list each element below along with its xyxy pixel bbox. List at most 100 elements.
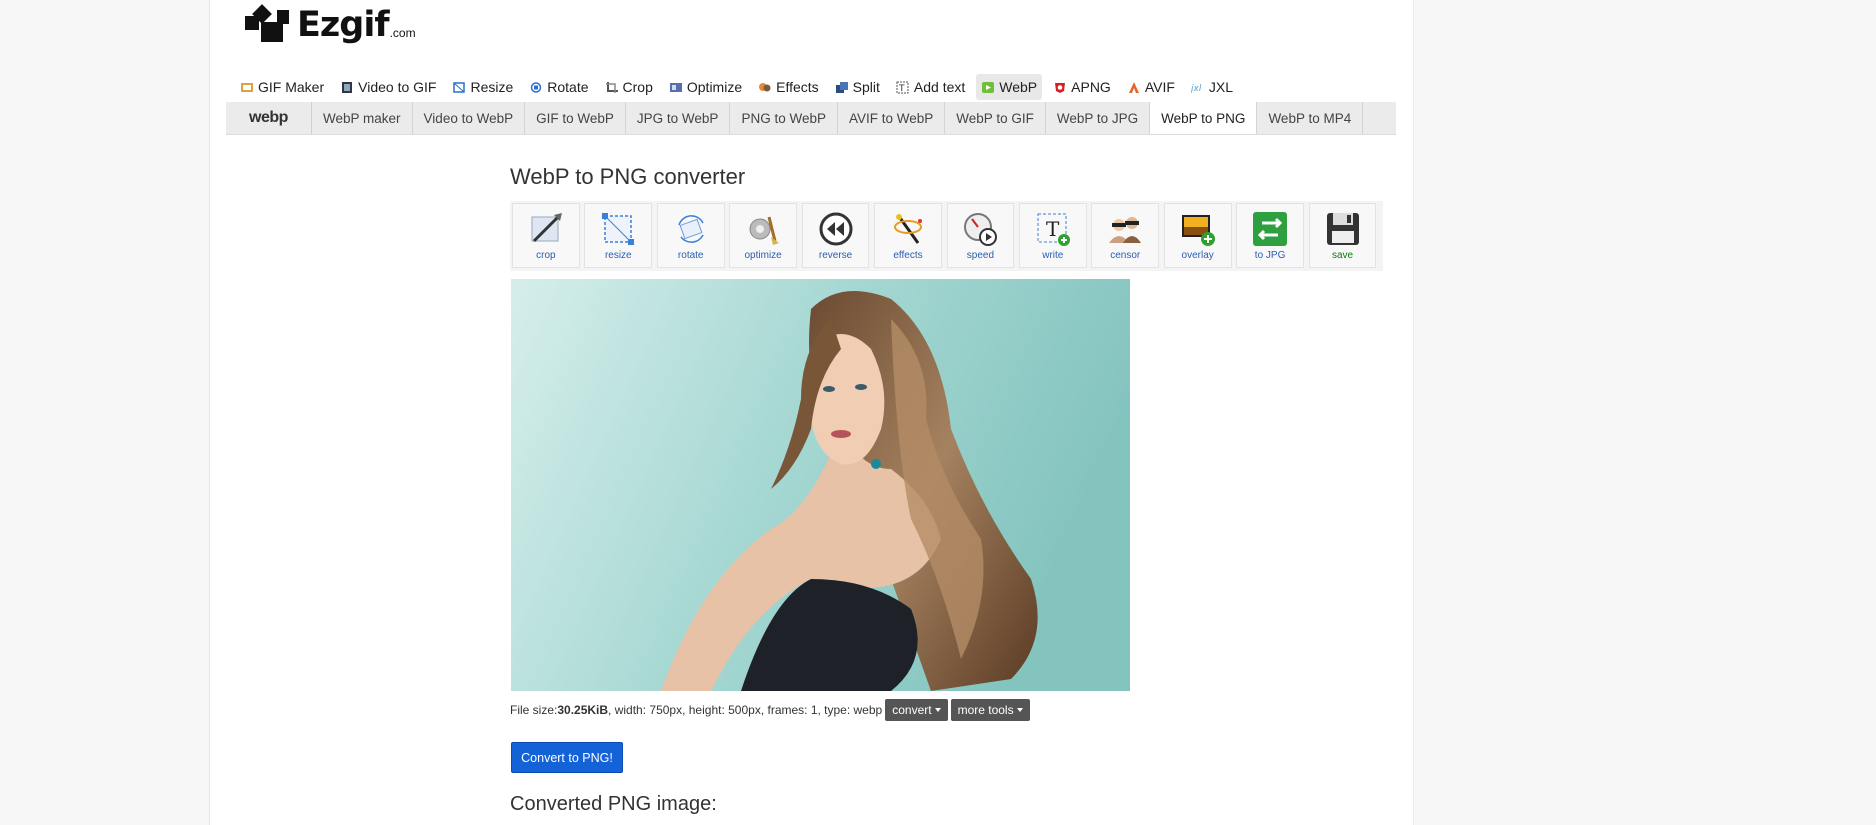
nav-item-video-to-gif[interactable]: Video to GIF (335, 74, 441, 100)
portrait-photo (511, 279, 1130, 691)
nav-label: Split (852, 79, 880, 95)
nav-item-webp[interactable]: WebP (976, 74, 1043, 100)
logo-text: Ezgif (297, 4, 390, 45)
to-jpg-tool-button[interactable]: to JPG (1236, 203, 1304, 268)
rotate-tool-button[interactable]: rotate (656, 203, 725, 268)
jxl-icon: jxl (1189, 81, 1205, 94)
tool-label: speed (966, 250, 995, 261)
main-nav: GIF Maker Video to GIF Resize Rotate Cro… (235, 73, 1244, 101)
ezgif-logo[interactable]: Ezgif .com (243, 4, 416, 46)
rotate-icon (529, 81, 543, 94)
nav-label: Resize (470, 79, 514, 95)
nav-label: Add text (913, 79, 966, 95)
effects-tool-icon (889, 210, 927, 248)
censor-tool-icon (1106, 210, 1144, 248)
resize-tool-icon (599, 210, 637, 248)
tab-webp-maker[interactable]: WebP maker (312, 102, 413, 134)
censor-tool-button[interactable]: censor (1091, 203, 1160, 268)
nav-item-rotate[interactable]: Rotate (524, 74, 593, 100)
video-icon (340, 81, 354, 94)
tool-label: reverse (818, 250, 853, 261)
effects-tool-button[interactable]: effects (874, 203, 942, 268)
save-tool-icon (1324, 210, 1362, 248)
tool-bar: crop resize rotate optimize reverse effe… (510, 201, 1383, 271)
nav-item-gif-maker[interactable]: GIF Maker (235, 74, 329, 100)
webp-brand-text: webp (249, 109, 288, 126)
convert-to-png-button[interactable]: Convert to PNG! (511, 742, 623, 773)
tool-label: effects (893, 250, 923, 261)
logo-suffix: .com (389, 26, 416, 40)
resize-tool-button[interactable]: resize (584, 203, 653, 268)
webp-image-preview (511, 279, 1130, 691)
webp-brand-logo[interactable]: webp (226, 102, 312, 134)
nav-item-add-text[interactable]: T Add text (891, 74, 970, 100)
tab-webp-to-mp4[interactable]: WebP to MP4 (1257, 102, 1364, 134)
overlay-tool-icon (1179, 210, 1217, 248)
overlay-tool-button[interactable]: overlay (1163, 203, 1232, 268)
svg-text:jxl: jxl (1191, 84, 1202, 94)
nav-label: AVIF (1144, 79, 1175, 95)
tab-avif-to-webp[interactable]: AVIF to WebP (838, 102, 946, 134)
convert-dropdown[interactable]: convert (885, 699, 948, 721)
nav-label: Video to GIF (358, 79, 437, 95)
tool-label: to JPG (1254, 250, 1286, 261)
chevron-down-icon (934, 708, 941, 712)
to-jpg-tool-icon (1251, 210, 1289, 248)
effects-icon (758, 81, 772, 94)
tab-video-to-webp[interactable]: Video to WebP (413, 102, 526, 134)
file-size-value: 30.25KiB (557, 703, 609, 717)
tab-png-to-webp[interactable]: PNG to WebP (730, 102, 838, 134)
tool-label: write (1042, 250, 1064, 261)
file-info-prefix: File size: (510, 703, 558, 717)
nav-item-crop[interactable]: Crop (600, 74, 658, 100)
page-container: Ezgif .com GIF Maker Video to GIF Resize… (209, 0, 1414, 825)
file-info: File size: 30.25KiB , width: 750px, heig… (510, 699, 1030, 721)
tab-webp-to-jpg[interactable]: WebP to JPG (1046, 102, 1151, 134)
nav-label: APNG (1071, 79, 1111, 95)
tool-label: resize (604, 250, 632, 261)
logo-mark-icon (245, 4, 289, 42)
tab-webp-to-png[interactable]: WebP to PNG (1150, 102, 1258, 134)
nav-label: GIF Maker (258, 79, 325, 95)
crop-tool-icon (527, 210, 565, 248)
tool-label: crop (536, 250, 556, 261)
nav-item-effects[interactable]: Effects (753, 74, 824, 100)
nav-item-jxl[interactable]: jxl JXL (1186, 74, 1238, 100)
tab-jpg-to-webp[interactable]: JPG to WebP (626, 102, 731, 134)
rotate-tool-icon (672, 210, 710, 248)
nav-item-avif[interactable]: AVIF (1122, 74, 1180, 100)
chevron-down-icon (1016, 708, 1023, 712)
reverse-tool-button[interactable]: reverse (801, 203, 870, 268)
tab-webp-to-gif[interactable]: WebP to GIF (945, 102, 1046, 134)
add-text-icon: T (896, 81, 910, 94)
nav-label: Rotate (547, 79, 589, 95)
nav-item-apng[interactable]: APNG (1048, 74, 1116, 100)
nav-label: Optimize (686, 79, 743, 95)
file-info-details: , width: 750px, height: 500px, frames: 1… (608, 703, 883, 717)
nav-label: Effects (776, 79, 819, 95)
tab-gif-to-webp[interactable]: GIF to WebP (525, 102, 626, 134)
nav-item-split[interactable]: Split (830, 74, 885, 100)
nav-item-resize[interactable]: Resize (447, 74, 518, 100)
more-tools-dropdown[interactable]: more tools (950, 699, 1030, 721)
gif-maker-icon (240, 81, 254, 94)
write-tool-button[interactable]: T write (1018, 203, 1087, 268)
page-title: WebP to PNG converter (510, 164, 746, 189)
tool-label: overlay (1181, 250, 1214, 261)
converted-image-heading: Converted PNG image: (510, 793, 717, 815)
tool-label: censor (1110, 250, 1141, 261)
optimize-tool-button[interactable]: optimize (729, 203, 797, 268)
webp-icon (981, 81, 995, 94)
write-tool-icon: T (1034, 210, 1072, 248)
nav-item-optimize[interactable]: Optimize (664, 74, 747, 100)
more-tools-dropdown-label: more tools (957, 703, 1014, 717)
save-tool-button[interactable]: save (1308, 203, 1377, 268)
crop-icon (605, 81, 619, 94)
speed-tool-icon (961, 210, 999, 248)
apng-icon (1053, 81, 1067, 94)
tool-label: save (1331, 250, 1354, 261)
crop-tool-button[interactable]: crop (512, 203, 580, 268)
speed-tool-button[interactable]: speed (946, 203, 1015, 268)
split-icon (835, 81, 849, 94)
resize-icon (452, 81, 466, 94)
